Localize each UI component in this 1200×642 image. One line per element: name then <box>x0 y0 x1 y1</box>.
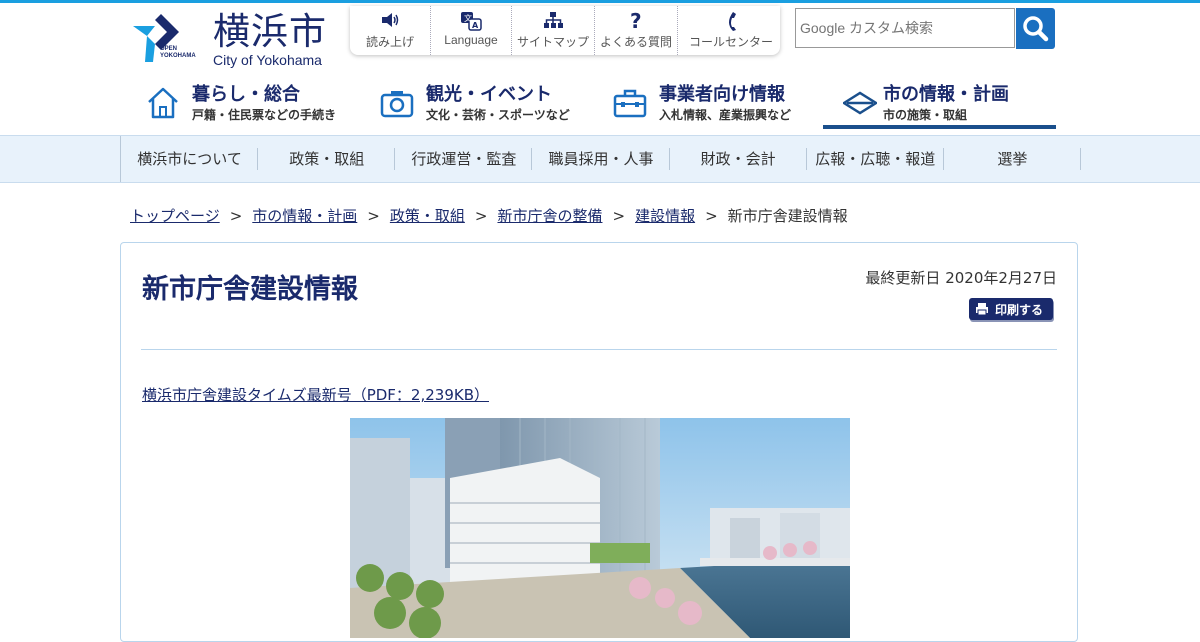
breadcrumb-separator: > <box>367 207 380 225</box>
faq-button[interactable]: ? よくある質問 <box>595 6 678 55</box>
subnav-item-finance[interactable]: 財政・会計 <box>670 136 807 182</box>
sub-navigation: 横浜市について 政策・取組 行政運営・監査 職員採用・人事 財政・会計 広報・広… <box>0 135 1200 183</box>
print-button[interactable]: 印刷する <box>969 298 1053 320</box>
subnav-item-elections[interactable]: 選挙 <box>944 136 1082 182</box>
page-title: 新市庁舎建設情報 <box>142 274 358 305</box>
breadcrumb-link-policy[interactable]: 政策・取組 <box>390 207 465 225</box>
main-nav-business[interactable]: 事業者向け情報 入札情報、産業振興など <box>613 74 823 130</box>
camera-icon <box>380 91 414 118</box>
breadcrumb-link-top[interactable]: トップページ <box>130 207 220 225</box>
subnav-item-publicity[interactable]: 広報・広聴・報道 <box>807 136 944 182</box>
sitemap-button[interactable]: サイトマップ <box>512 6 595 55</box>
sitemap-label: サイトマップ <box>516 35 589 49</box>
subnav-item-administration[interactable]: 行政運営・監査 <box>395 136 533 182</box>
subnav-item-about[interactable]: 横浜市について <box>121 136 259 182</box>
house-icon <box>148 87 178 119</box>
main-nav-living-title: 暮らし・総合 <box>192 84 300 105</box>
language-button[interactable]: 文 A Language <box>431 6 512 55</box>
faq-label: よくある質問 <box>599 35 672 49</box>
main-nav-city-info-title: 市の情報・計画 <box>883 84 1009 105</box>
city-hall-rendering-image <box>350 418 850 638</box>
sitemap-icon <box>544 12 563 28</box>
printer-icon <box>976 303 988 316</box>
main-content: 新市庁舎建設情報 最終更新日 2020年2月27日 印刷する 横浜市庁舎建設タイ… <box>120 242 1078 642</box>
utility-toolbar: 読み上げ 文 A Language サイトマップ ? よくある質問 コールセンタ… <box>350 6 780 55</box>
search-icon <box>1023 16 1049 42</box>
main-navigation: 暮らし・総合 戸籍・住民票などの手続き 観光・イベント 文化・芸術・スポーツなど… <box>140 74 1070 130</box>
toolbox-icon <box>613 89 647 118</box>
main-nav-tourism[interactable]: 観光・イベント 文化・芸術・スポーツなど <box>380 74 590 130</box>
call-center-label: コールセンター <box>688 35 773 49</box>
search-button[interactable] <box>1016 8 1055 49</box>
breadcrumb-link-new-city-hall[interactable]: 新市庁舎の整備 <box>497 207 602 225</box>
breadcrumb: トップページ > 市の情報・計画 > 政策・取組 > 新市庁舎の整備 > 建設情報 > 新市庁舎建設… <box>130 205 848 226</box>
print-label: 印刷する <box>995 303 1044 317</box>
site-logo[interactable]: OPEN YOKOHAMA 横浜市 City of Yokohama <box>133 12 333 70</box>
breadcrumb-separator: > <box>612 207 626 225</box>
breadcrumb-link-city-info[interactable]: 市の情報・計画 <box>252 207 357 225</box>
title-divider <box>141 349 1057 350</box>
read-aloud-label: 読み上げ <box>365 35 414 49</box>
main-nav-living-sub: 戸籍・住民票などの手続き <box>192 108 337 122</box>
top-accent-bar <box>0 0 1200 3</box>
active-nav-indicator <box>823 125 1056 129</box>
search-input[interactable] <box>795 8 1015 48</box>
last-updated: 最終更新日 2020年2月27日 <box>865 269 1057 287</box>
search-box <box>795 8 1055 50</box>
pdf-download-link[interactable]: 横浜市庁舎建設タイムズ最新号（PDF：2,239KB） <box>142 384 489 405</box>
main-nav-tourism-title: 観光・イベント <box>426 84 552 105</box>
main-nav-living[interactable]: 暮らし・総合 戸籍・住民票などの手続き <box>146 74 356 130</box>
logo-mark-text: OPEN YOKOHAMA <box>160 46 196 60</box>
breadcrumb-separator: > <box>705 207 718 225</box>
svg-text:A: A <box>472 21 479 30</box>
call-center-button[interactable]: コールセンター <box>678 6 784 55</box>
main-nav-city-info[interactable]: 市の情報・計画 市の施策・取組 <box>823 74 1056 130</box>
phone-icon <box>729 12 736 31</box>
city-emblem-icon <box>843 91 877 115</box>
breadcrumb-current: 新市庁舎建設情報 <box>727 207 848 225</box>
main-nav-business-title: 事業者向け情報 <box>659 84 785 105</box>
logo-mark-text-yokohama: YOKOHAMA <box>160 53 196 59</box>
subnav-item-recruitment[interactable]: 職員採用・人事 <box>532 136 670 182</box>
subnav-item-policy[interactable]: 政策・取組 <box>258 136 396 182</box>
question-icon: ? <box>630 11 642 31</box>
breadcrumb-separator: > <box>474 207 488 225</box>
speaker-icon <box>382 13 399 27</box>
language-label: Language <box>444 33 498 47</box>
breadcrumb-link-construction[interactable]: 建設情報 <box>635 207 695 225</box>
main-nav-business-sub: 入札情報、産業振興など <box>659 108 792 122</box>
logo-english: City of Yokohama <box>213 52 322 68</box>
svg-text:?: ? <box>630 11 642 31</box>
read-aloud-button[interactable]: 読み上げ <box>350 6 431 55</box>
logo-mark-text-open: OPEN <box>160 46 178 52</box>
logo-kanji: 横浜市 <box>213 10 327 53</box>
translate-icon: 文 A <box>461 12 482 31</box>
main-nav-city-info-sub: 市の施策・取組 <box>883 108 968 122</box>
main-nav-tourism-sub: 文化・芸術・スポーツなど <box>426 108 570 122</box>
svg-text:文: 文 <box>464 13 472 23</box>
breadcrumb-separator: > <box>229 207 243 225</box>
